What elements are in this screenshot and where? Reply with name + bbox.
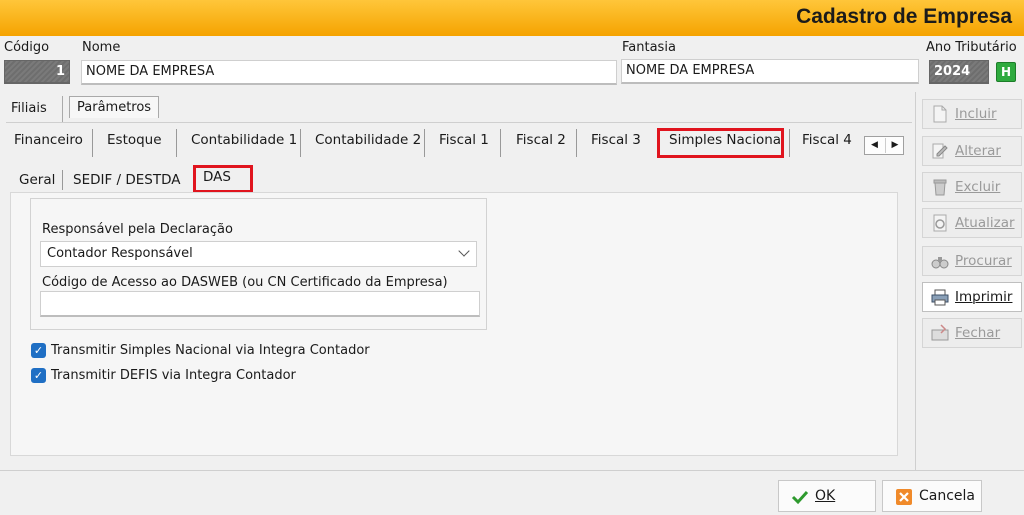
- window-title: Cadastro de Empresa: [796, 5, 1012, 28]
- excluir-button[interactable]: Excluir: [922, 172, 1022, 202]
- printer-icon: [931, 289, 949, 306]
- h-button[interactable]: H: [996, 62, 1016, 82]
- tab-divider: [62, 96, 63, 122]
- incluir-button[interactable]: Incluir: [922, 99, 1022, 129]
- check-defis-label: Transmitir DEFIS via Integra Contador: [51, 368, 296, 383]
- ano-tributario-field[interactable]: 2024: [929, 60, 989, 84]
- imprimir-button[interactable]: Imprimir: [922, 282, 1022, 312]
- tab-contabilidade-1[interactable]: Contabilidade 1: [191, 132, 297, 148]
- scroll-right-icon[interactable]: ▶: [885, 138, 904, 153]
- fechar-button[interactable]: Fechar: [922, 318, 1022, 348]
- highlight-simples-nacional: [657, 128, 784, 158]
- codigo-acesso-input[interactable]: [40, 291, 480, 317]
- check-simples-label: Transmitir Simples Nacional via Integra …: [51, 343, 370, 358]
- tab-financeiro[interactable]: Financeiro: [14, 132, 83, 148]
- tab-separator: [176, 129, 177, 157]
- trash-icon: [933, 179, 947, 196]
- fantasia-label: Fantasia: [622, 40, 676, 55]
- nome-field[interactable]: NOME DA EMPRESA: [81, 60, 617, 85]
- tab-separator: [300, 129, 301, 157]
- title-bar: Cadastro de Empresa: [0, 0, 1024, 36]
- close-folder-icon: [931, 324, 949, 341]
- tab-sedif-destda[interactable]: SEDIF / DESTDA: [73, 172, 181, 188]
- codigo-label: Código: [4, 40, 50, 55]
- check-icon[interactable]: ✓: [31, 343, 46, 358]
- ano-tributario-label: Ano Tributário: [926, 40, 1017, 55]
- procurar-button[interactable]: Procurar: [922, 246, 1022, 276]
- close-icon: [896, 489, 912, 505]
- responsavel-label: Responsável pela Declaração: [42, 222, 233, 237]
- tab-separator: [92, 129, 93, 157]
- tab-separator: [500, 129, 501, 157]
- tab-separator: [424, 129, 425, 157]
- nome-label: Nome: [82, 40, 121, 55]
- responsavel-value: Contador Responsável: [47, 246, 193, 261]
- tab-line: [6, 122, 912, 123]
- codigo-field[interactable]: 1: [4, 60, 70, 84]
- tab-geral[interactable]: Geral: [19, 172, 55, 188]
- tab-fiscal-3[interactable]: Fiscal 3: [591, 132, 641, 148]
- tab-separator: [62, 170, 63, 190]
- tab-filiais[interactable]: Filiais: [4, 98, 54, 119]
- document-icon: [933, 105, 947, 123]
- codigo-acesso-label: Código de Acesso ao DASWEB (ou CN Certif…: [42, 275, 448, 290]
- chevron-down-icon: [458, 245, 470, 257]
- edit-icon: [932, 143, 948, 159]
- tab-separator: [789, 129, 790, 157]
- check-icon[interactable]: ✓: [31, 368, 46, 383]
- highlight-das: [193, 165, 253, 193]
- tab-contabilidade-2[interactable]: Contabilidade 2: [315, 132, 421, 148]
- scroll-left-icon[interactable]: ◀: [865, 138, 884, 153]
- ok-button[interactable]: OK: [778, 480, 876, 512]
- binoculars-icon: [931, 257, 949, 269]
- tab-fiscal-2[interactable]: Fiscal 2: [516, 132, 566, 148]
- tab-separator: [576, 129, 577, 157]
- atualizar-button[interactable]: Atualizar: [922, 208, 1022, 238]
- tab-fiscal-4[interactable]: Fiscal 4: [802, 132, 852, 148]
- tab-estoque[interactable]: Estoque: [107, 132, 162, 148]
- responsavel-select[interactable]: Contador Responsável: [40, 241, 477, 267]
- refresh-icon: [933, 214, 947, 232]
- fantasia-field[interactable]: NOME DA EMPRESA: [621, 59, 919, 84]
- tab-scroll-buttons: ◀ ▶: [864, 136, 904, 155]
- bottom-divider: [0, 470, 1024, 471]
- check-icon: [791, 490, 809, 505]
- tab-fiscal-1[interactable]: Fiscal 1: [439, 132, 489, 148]
- cancel-button[interactable]: Cancela: [882, 480, 982, 512]
- tab-parametros[interactable]: Parâmetros: [69, 96, 160, 118]
- alterar-button[interactable]: Alterar: [922, 136, 1022, 166]
